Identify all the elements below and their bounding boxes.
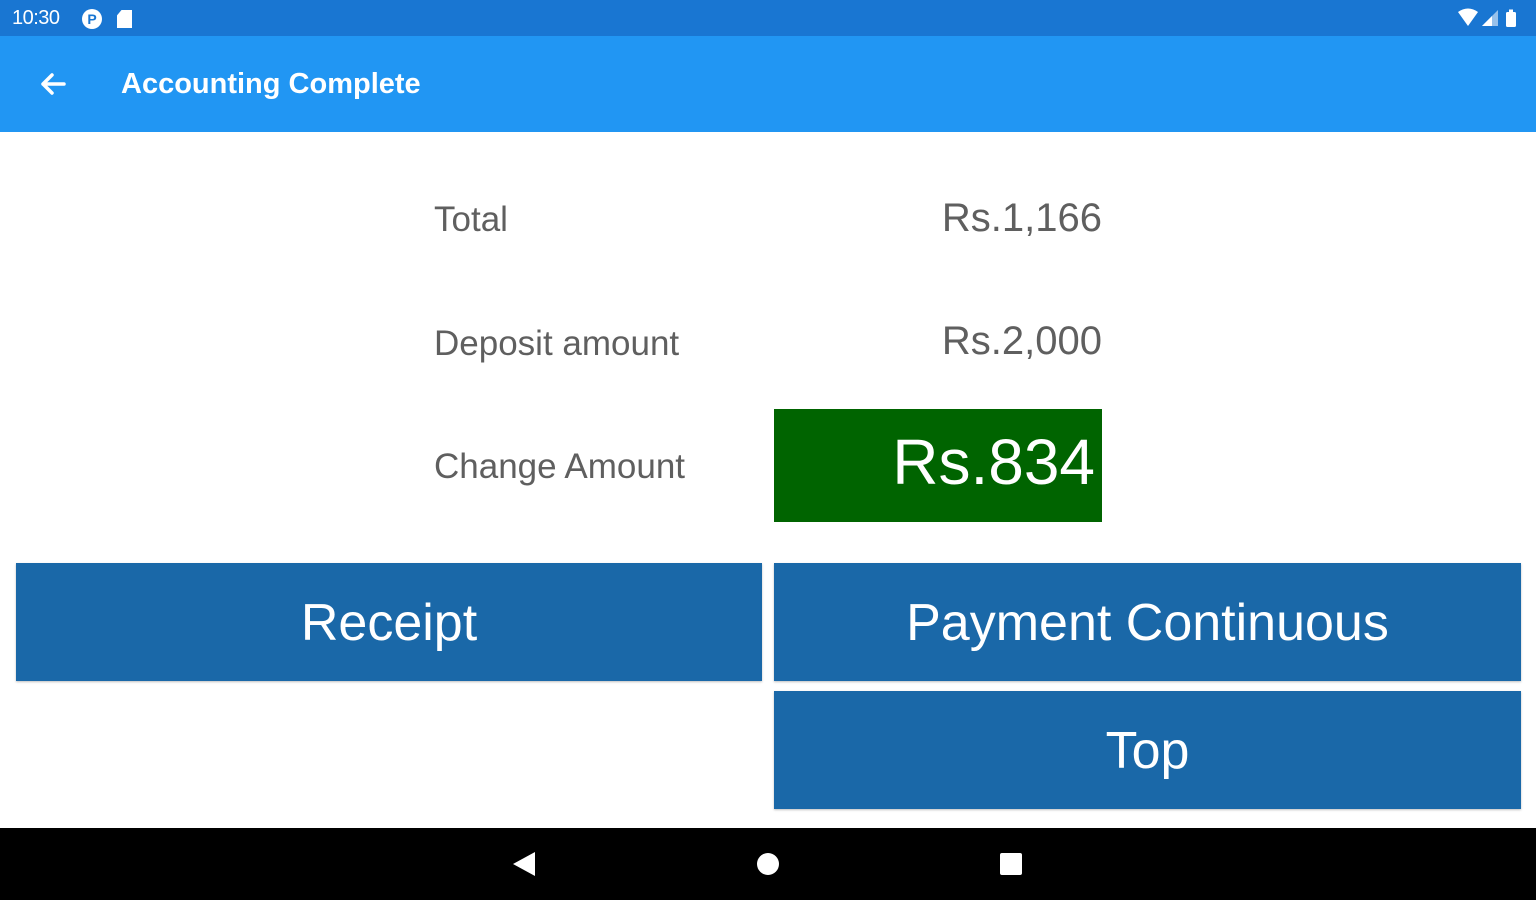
- battery-icon: [1506, 9, 1516, 27]
- receipt-button[interactable]: Receipt: [16, 563, 762, 681]
- change-amount-value: Rs.834: [892, 426, 1095, 498]
- app-bar: Accounting Complete: [0, 36, 1536, 132]
- page-title: Accounting Complete: [121, 68, 421, 100]
- status-bar: 10:30 P: [0, 0, 1536, 36]
- back-button[interactable]: [26, 62, 80, 106]
- status-time: 10:30: [12, 7, 60, 29]
- deposit-amount-value: Rs.2,000: [941, 319, 1102, 363]
- change-amount-box: Rs.834: [774, 409, 1102, 522]
- total-value: Rs.1,166: [941, 196, 1102, 240]
- total-label: Total: [434, 200, 508, 239]
- deposit-amount-label: Deposit amount: [434, 324, 680, 363]
- signal-icon: [1482, 10, 1498, 26]
- p-circle-icon: P: [82, 9, 102, 29]
- change-amount-label: Change Amount: [434, 447, 686, 486]
- navigation-bar: [0, 828, 1536, 900]
- wifi-icon: [1458, 8, 1478, 26]
- nav-recents-icon[interactable]: [1000, 853, 1022, 875]
- arrow-back-icon: [41, 73, 66, 95]
- nav-back-icon[interactable]: [513, 852, 535, 876]
- status-right-icons: [1456, 8, 1526, 28]
- status-system-icons: [1458, 8, 1516, 27]
- top-button[interactable]: Top: [774, 691, 1521, 809]
- nav-home-icon[interactable]: [757, 853, 779, 875]
- payment-continuous-button[interactable]: Payment Continuous: [774, 563, 1521, 681]
- sd-card-icon: [117, 10, 132, 28]
